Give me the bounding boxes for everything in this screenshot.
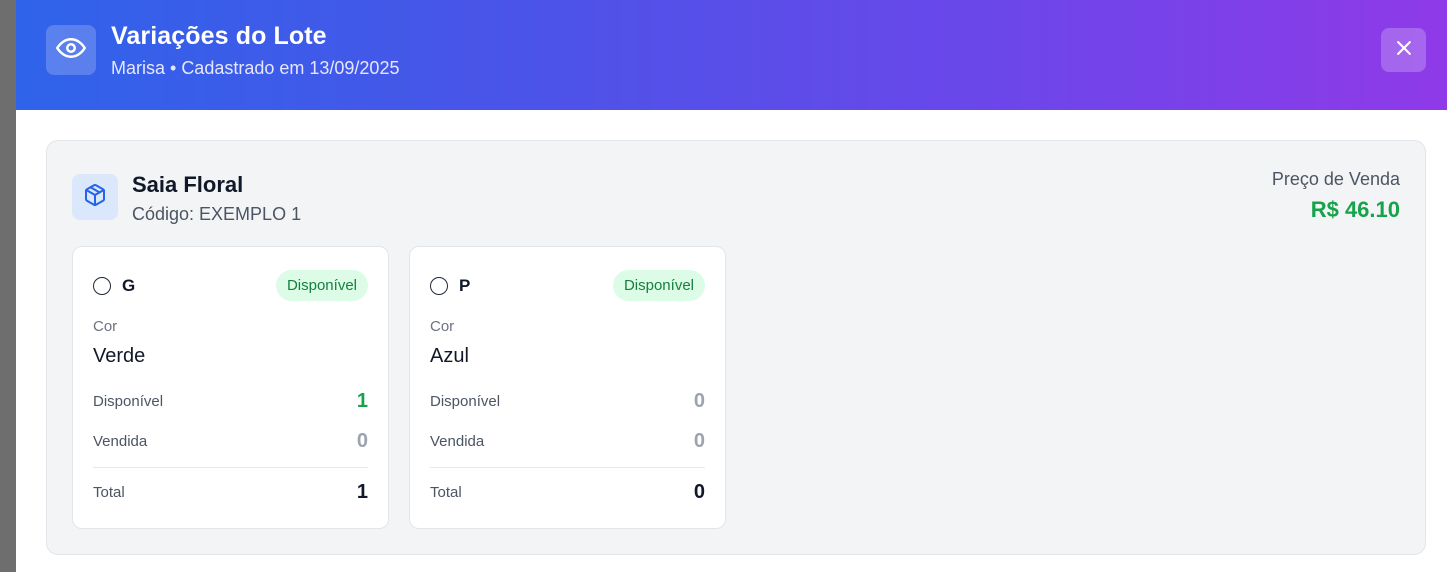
modal-header: Variações do Lote Marisa • Cadastrado em…	[16, 0, 1447, 110]
color-value: Azul	[430, 345, 469, 367]
status-badge: Disponível	[275, 270, 368, 301]
sold-label: Vendida	[430, 433, 485, 450]
modal-title: Variações do Lote	[111, 22, 327, 50]
total-label: Total	[430, 484, 462, 501]
sold-label: Vendida	[93, 433, 148, 450]
color-value: Verde	[93, 345, 146, 367]
total-value: 1	[356, 481, 368, 503]
package-icon	[83, 183, 107, 212]
modal-subtitle: Marisa • Cadastrado em 13/09/2025	[111, 58, 400, 78]
product-card: Saia Floral Código: EXEMPLO 1 Preço de V…	[46, 140, 1426, 555]
available-value: 0	[693, 390, 705, 412]
price-value: R$ 46.10	[1310, 197, 1400, 222]
total-label: Total	[93, 484, 125, 501]
product-name: Saia Floral	[132, 172, 244, 197]
header-icon-box	[46, 25, 96, 75]
divider	[93, 467, 368, 468]
available-label: Disponível	[430, 393, 501, 410]
price-label: Preço de Venda	[1271, 169, 1400, 189]
sold-value: 0	[693, 430, 705, 452]
variant-size: G	[122, 276, 136, 295]
variations-modal: Variações do Lote Marisa • Cadastrado em…	[16, 0, 1447, 572]
modal-backdrop[interactable]	[0, 0, 16, 572]
variant-card[interactable]: G Disponível Cor Verde Disponível 1 Vend…	[72, 246, 389, 529]
color-label: Cor	[430, 318, 455, 335]
variant-radio[interactable]	[430, 277, 448, 295]
product-code: Código: EXEMPLO 1	[132, 204, 302, 224]
variant-card[interactable]: P Disponível Cor Azul Disponível 0 Vendi…	[409, 246, 726, 529]
color-label: Cor	[93, 318, 118, 335]
available-label: Disponível	[93, 393, 164, 410]
total-value: 0	[693, 481, 705, 503]
close-button[interactable]	[1381, 28, 1426, 72]
variant-size: P	[459, 276, 471, 295]
close-icon	[1394, 38, 1414, 63]
eye-icon	[56, 33, 86, 68]
status-badge: Disponível	[612, 270, 705, 301]
variant-radio[interactable]	[93, 277, 111, 295]
sold-value: 0	[356, 430, 368, 452]
product-icon-box	[72, 174, 118, 220]
available-value: 1	[356, 390, 368, 412]
divider	[430, 467, 705, 468]
